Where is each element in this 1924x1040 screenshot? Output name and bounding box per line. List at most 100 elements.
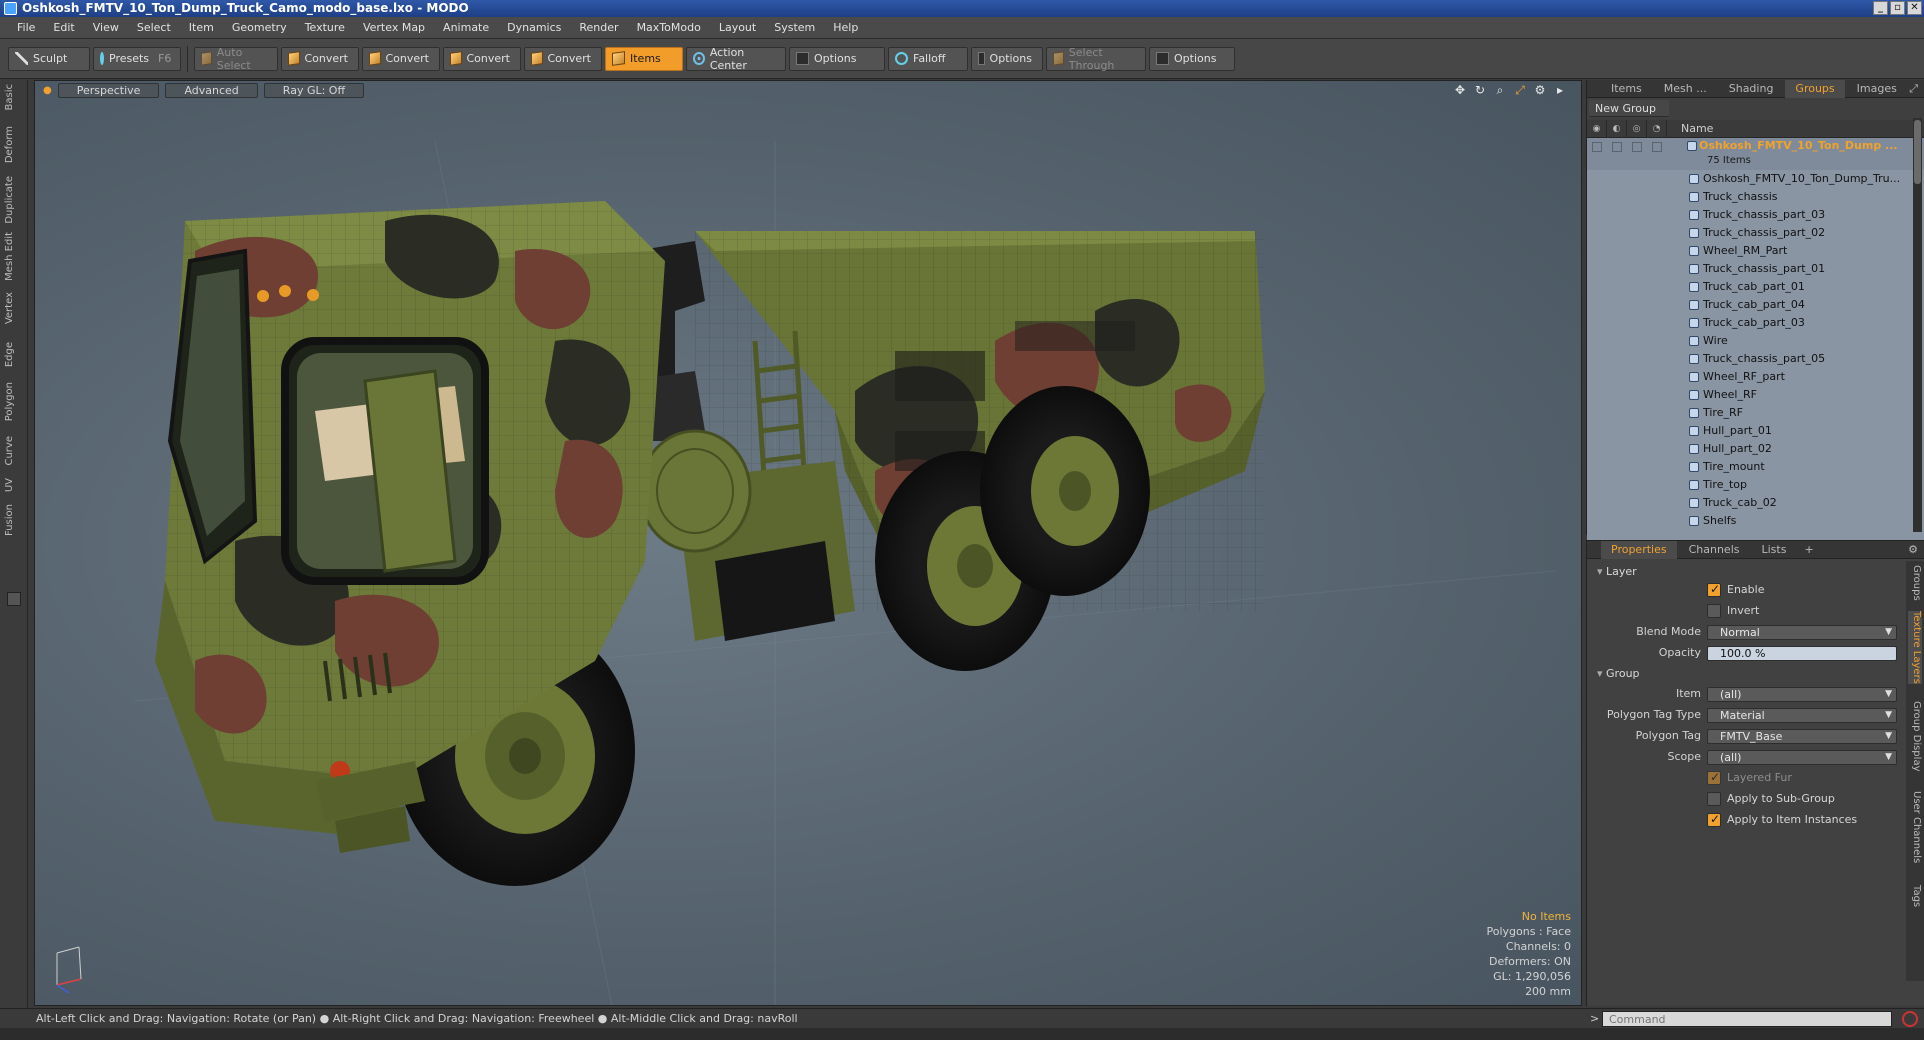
tab-shading[interactable]: Shading	[1719, 80, 1784, 98]
falloff-button[interactable]: Falloff	[888, 46, 968, 71]
apply-item-instances-checkbox[interactable]	[1707, 812, 1721, 827]
sculpt-button[interactable]: Sculpt	[8, 46, 90, 71]
tab-vertex[interactable]: Vertex	[4, 292, 24, 324]
menu-render[interactable]: Render	[570, 17, 627, 39]
options-button-2[interactable]: Options	[971, 46, 1043, 71]
tab-polygon[interactable]: Polygon	[4, 382, 24, 421]
list-item[interactable]: Tire_RF	[1587, 404, 1924, 422]
convert-button-4[interactable]: Convert	[524, 46, 602, 71]
menu-edit[interactable]: Edit	[44, 17, 83, 39]
polygon-tag-select[interactable]: FMTV_Base ▼	[1707, 729, 1897, 744]
lock-col-icon[interactable]: ◎	[1627, 119, 1647, 138]
fit-icon[interactable]: ⤢	[1513, 83, 1527, 97]
rotate-icon[interactable]: ↻	[1473, 83, 1487, 97]
expand-arrow-icon[interactable]: ▸	[1553, 83, 1567, 97]
tab-channels[interactable]: Channels	[1679, 541, 1750, 559]
convert-button-3[interactable]: Convert	[443, 46, 521, 71]
command-expand-icon[interactable]: >	[1590, 1009, 1599, 1029]
list-item[interactable]: Oshkosh_FMTV_10_Ton_Dump_Tru...	[1587, 170, 1924, 188]
list-item[interactable]: Hull_part_01	[1587, 422, 1924, 440]
sidetab-groups[interactable]: Groups	[1908, 565, 1922, 601]
list-item[interactable]: Hull_part_02	[1587, 440, 1924, 458]
items-mode-button[interactable]: Items	[605, 46, 683, 71]
list-item[interactable]: Truck_chassis_part_01	[1587, 260, 1924, 278]
menu-vertex-map[interactable]: Vertex Map	[354, 17, 434, 39]
tab-items[interactable]: Items	[1601, 80, 1652, 98]
list-item[interactable]: Shelfs	[1587, 512, 1924, 530]
options-button-3[interactable]: Options	[1149, 46, 1235, 71]
layer-section-header[interactable]: Layer	[1597, 565, 1637, 578]
menu-select[interactable]: Select	[128, 17, 180, 39]
layered-fur-checkbox[interactable]	[1707, 770, 1721, 785]
list-item[interactable]: Tire_mount	[1587, 458, 1924, 476]
scrollbar-thumb[interactable]	[1914, 120, 1921, 184]
menu-animate[interactable]: Animate	[434, 17, 498, 39]
new-group-button[interactable]: New Group	[1589, 100, 1669, 117]
3d-viewport[interactable]: ● Perspective Advanced Ray GL: Off ✥ ↻ ⌕…	[34, 80, 1582, 1006]
add-tab-icon[interactable]: +	[1798, 543, 1813, 556]
tabs-toggle-button[interactable]	[7, 592, 21, 606]
raygl-button[interactable]: Ray GL: Off	[263, 82, 365, 98]
menu-texture[interactable]: Texture	[296, 17, 354, 39]
command-input[interactable]	[1602, 1011, 1892, 1027]
list-item[interactable]: Truck_cab_part_03	[1587, 314, 1924, 332]
list-item[interactable]: Truck_cab_02	[1587, 494, 1924, 512]
lock-toggle[interactable]	[1632, 142, 1642, 152]
select-col-icon[interactable]: ◔	[1647, 119, 1667, 138]
groups-scrollbar[interactable]	[1913, 118, 1922, 532]
item-select[interactable]: (all) ▼	[1707, 687, 1897, 702]
list-item[interactable]: Tire_top	[1587, 476, 1924, 494]
tab-deform[interactable]: Deform	[4, 126, 24, 163]
maximize-button[interactable]: ▫	[1890, 1, 1905, 15]
zoom-icon[interactable]: ⌕	[1493, 83, 1507, 97]
presets-button[interactable]: Presets F6	[93, 46, 181, 71]
group-row[interactable]: Oshkosh_FMTV_10_Ton_Dump ... 75 Items	[1587, 138, 1924, 170]
list-item[interactable]: Truck_chassis_part_02	[1587, 224, 1924, 242]
tab-curve[interactable]: Curve	[4, 436, 24, 466]
menu-system[interactable]: System	[765, 17, 824, 39]
visibility-col-icon[interactable]: ◉	[1587, 119, 1607, 138]
list-item[interactable]: Truck_chassis_part_03	[1587, 206, 1924, 224]
list-item[interactable]: Wheel_RF_part	[1587, 368, 1924, 386]
panel-settings-icon[interactable]: ⚙	[1908, 543, 1924, 556]
auto-select-button[interactable]: Auto Select	[194, 46, 278, 72]
tab-images[interactable]: Images	[1847, 80, 1907, 98]
menu-maxtomodo[interactable]: MaxToModo	[628, 17, 710, 39]
sidetab-user-channels[interactable]: User Channels	[1908, 791, 1922, 863]
enable-checkbox[interactable]	[1707, 582, 1721, 597]
group-section-header[interactable]: Group	[1597, 667, 1640, 680]
list-item[interactable]: Truck_chassis	[1587, 188, 1924, 206]
tab-edge[interactable]: Edge	[4, 342, 24, 367]
close-button[interactable]: ✕	[1907, 1, 1922, 15]
invert-checkbox[interactable]	[1707, 604, 1721, 618]
tab-mesh-edit[interactable]: Mesh Edit	[4, 232, 24, 281]
viewport-menu-icon[interactable]: ●	[43, 85, 52, 96]
render-toggle[interactable]	[1612, 142, 1622, 152]
opacity-field[interactable]: 100.0 %	[1707, 646, 1897, 661]
select-toggle[interactable]	[1652, 142, 1662, 152]
list-item[interactable]: Truck_chassis_part_05	[1587, 350, 1924, 368]
convert-button-1[interactable]: Convert	[281, 46, 359, 71]
tab-properties[interactable]: Properties	[1601, 540, 1677, 559]
menu-dynamics[interactable]: Dynamics	[498, 17, 570, 39]
menu-geometry[interactable]: Geometry	[223, 17, 296, 39]
menu-view[interactable]: View	[84, 17, 128, 39]
action-center-button[interactable]: Action Center	[686, 46, 786, 72]
menu-layout[interactable]: Layout	[710, 17, 765, 39]
list-item[interactable]: Wheel_RM_Part	[1587, 242, 1924, 260]
list-item[interactable]: Truck_cab_part_01	[1587, 278, 1924, 296]
tab-fusion[interactable]: Fusion	[4, 504, 24, 536]
scope-select[interactable]: (all) ▼	[1707, 750, 1897, 765]
tab-basic[interactable]: Basic	[4, 84, 24, 110]
sidetab-tags[interactable]: Tags	[1908, 885, 1922, 907]
view-type-button[interactable]: Perspective	[57, 82, 160, 98]
sidetab-group-display[interactable]: Group Display	[1908, 701, 1922, 771]
blend-mode-select[interactable]: Normal ▼	[1707, 625, 1897, 640]
list-item[interactable]: Truck_cab_part_04	[1587, 296, 1924, 314]
sidetab-texture-layers[interactable]: Texture Layers	[1908, 611, 1922, 684]
panel-expand-icon[interactable]: ⤢	[1909, 82, 1924, 96]
polygon-tag-type-select[interactable]: Material ▼	[1707, 708, 1897, 723]
convert-button-2[interactable]: Convert	[362, 46, 440, 71]
tab-groups[interactable]: Groups	[1785, 79, 1845, 98]
tab-uv[interactable]: UV	[4, 478, 24, 492]
